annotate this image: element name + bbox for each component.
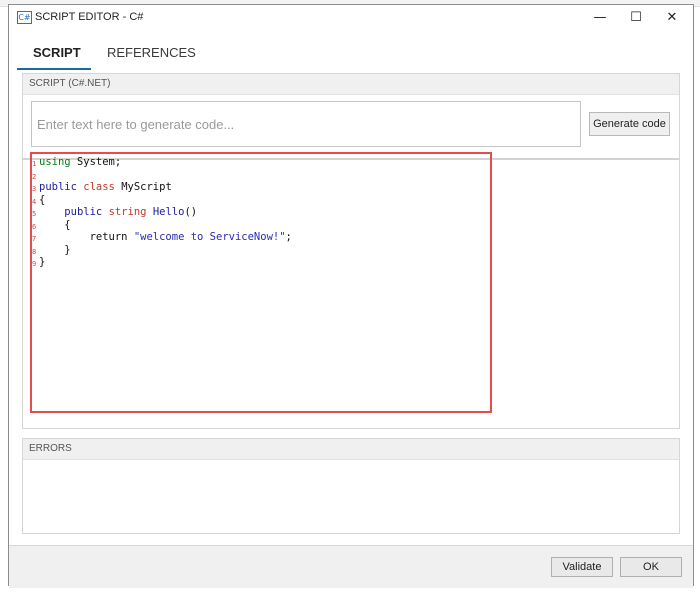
- generate-code-button[interactable]: Generate code: [589, 112, 670, 136]
- close-icon[interactable]: ✕: [655, 5, 689, 31]
- tab-bar: SCRIPT REFERENCES: [9, 39, 693, 71]
- errors-panel: ERRORS: [22, 438, 680, 534]
- validate-button[interactable]: Validate: [551, 557, 613, 577]
- ok-button[interactable]: OK: [620, 557, 682, 577]
- dialog-footer: Validate OK: [9, 545, 693, 588]
- errors-panel-header: ERRORS: [23, 439, 679, 460]
- title-bar: C# SCRIPT EDITOR - C# — ☐ ✕: [9, 5, 693, 31]
- maximize-icon[interactable]: ☐: [619, 5, 653, 31]
- csharp-app-icon: C#: [17, 11, 32, 24]
- active-tab-indicator: [17, 68, 91, 70]
- errors-list: [23, 460, 679, 533]
- generate-code-input[interactable]: [32, 102, 580, 146]
- script-panel: SCRIPT (C#.NET) Generate code 123456789 …: [22, 73, 680, 429]
- script-panel-header: SCRIPT (C#.NET): [23, 74, 679, 95]
- minimize-icon[interactable]: —: [583, 5, 617, 31]
- script-editor-window: C# SCRIPT EDITOR - C# — ☐ ✕ SCRIPT REFER…: [8, 4, 694, 588]
- tab-script[interactable]: SCRIPT: [33, 45, 81, 60]
- code-highlight-box: [30, 152, 492, 413]
- tab-references[interactable]: REFERENCES: [107, 45, 196, 60]
- generate-code-field[interactable]: [31, 101, 581, 147]
- window-title: SCRIPT EDITOR - C#: [35, 11, 144, 23]
